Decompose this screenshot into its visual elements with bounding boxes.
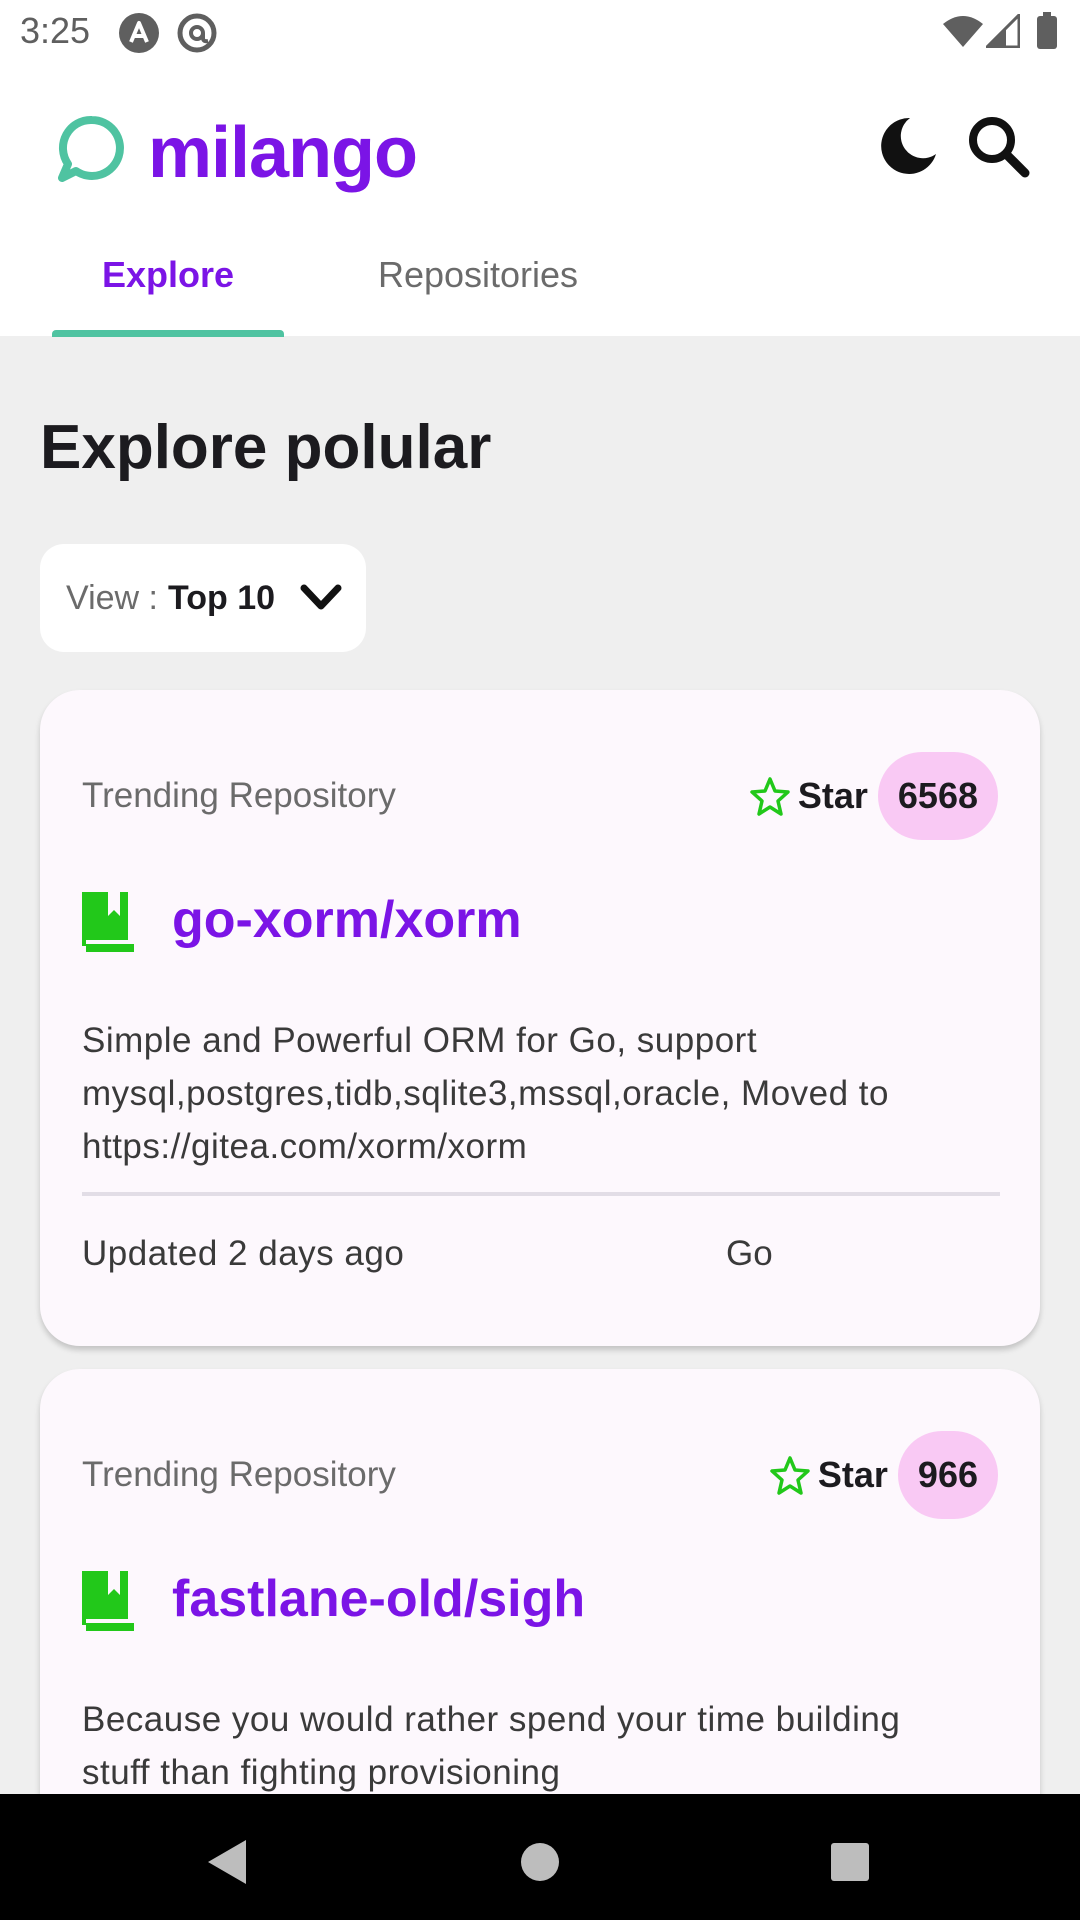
- page-title: Explore polular: [40, 413, 492, 482]
- star-label: Star: [797, 775, 868, 816]
- star-count: 966: [897, 1431, 998, 1519]
- notification-a-icon: [118, 12, 160, 59]
- back-icon: [202, 1836, 250, 1893]
- signal-icon: [983, 11, 1021, 53]
- system-nav-bar: [0, 1794, 1080, 1920]
- star-icon: [750, 776, 790, 816]
- view-filter-value: Top 10: [167, 578, 276, 617]
- repo-language: Go: [726, 1234, 773, 1273]
- repo-description-line: stuff than fighting provisioning: [82, 1753, 561, 1792]
- repo-description-line: Simple and Powerful ORM for Go, support: [82, 1021, 758, 1060]
- card-divider: [82, 1192, 1000, 1196]
- repo-description: Simple and Powerful ORM for Go, support …: [82, 1014, 1002, 1173]
- repo-description-line: mysql,postgres,tidb,sqlite3,mssql,oracle…: [82, 1074, 889, 1113]
- home-button[interactable]: [500, 1824, 580, 1904]
- recents-icon: [829, 1841, 871, 1888]
- app-title: milango: [148, 113, 418, 193]
- search-icon: [965, 113, 1031, 184]
- repo-book-icon: [82, 892, 134, 957]
- repo-book-icon: [82, 1571, 134, 1636]
- card-kicker: Trending Repository: [82, 1455, 396, 1494]
- search-button[interactable]: [958, 108, 1038, 188]
- battery-icon: [1036, 12, 1058, 55]
- wifi-icon: [942, 14, 984, 53]
- home-icon: [518, 1840, 562, 1889]
- view-filter-label: View :: [66, 578, 158, 617]
- view-filter-dropdown[interactable]: View : Top 10: [40, 544, 366, 652]
- status-bar: 3:25: [0, 0, 1080, 64]
- repo-name-link[interactable]: go-xorm/xorm: [172, 890, 522, 950]
- tab-explore-label: Explore: [101, 254, 235, 295]
- star-icon: [770, 1455, 810, 1495]
- status-time: 3:25: [20, 10, 91, 51]
- app-header: milango Explore Repositories: [0, 64, 1080, 337]
- tab-repositories-label: Repositories: [377, 254, 579, 295]
- repo-updated: Updated 2 days ago: [82, 1234, 405, 1273]
- chat-bubble-icon: [56, 114, 128, 191]
- tab-repositories[interactable]: Repositories: [360, 254, 596, 336]
- star-label: Star: [817, 1454, 888, 1495]
- star-count: 6568: [877, 752, 998, 840]
- tab-indicator: [52, 330, 284, 337]
- card-kicker: Trending Repository: [82, 776, 396, 815]
- chevron-down-icon: [300, 582, 342, 623]
- tab-explore[interactable]: Explore: [52, 254, 284, 336]
- repo-description-line: Because you would rather spend your time…: [82, 1700, 901, 1739]
- star-button[interactable]: Star 6568: [750, 752, 998, 840]
- repo-description: Because you would rather spend your time…: [82, 1693, 1002, 1799]
- star-button[interactable]: Star 966: [770, 1431, 998, 1519]
- repo-name-link[interactable]: fastlane-old/sigh: [172, 1569, 585, 1629]
- moon-icon: [876, 114, 940, 183]
- back-button[interactable]: [186, 1824, 266, 1904]
- notification-at-icon: [176, 12, 218, 59]
- repo-card[interactable]: Trending Repository Star 6568 go-xorm/xo…: [40, 690, 1040, 1346]
- dark-mode-button[interactable]: [868, 108, 948, 188]
- recents-button[interactable]: [810, 1824, 890, 1904]
- repo-description-line: https://gitea.com/xorm/xorm: [82, 1127, 528, 1166]
